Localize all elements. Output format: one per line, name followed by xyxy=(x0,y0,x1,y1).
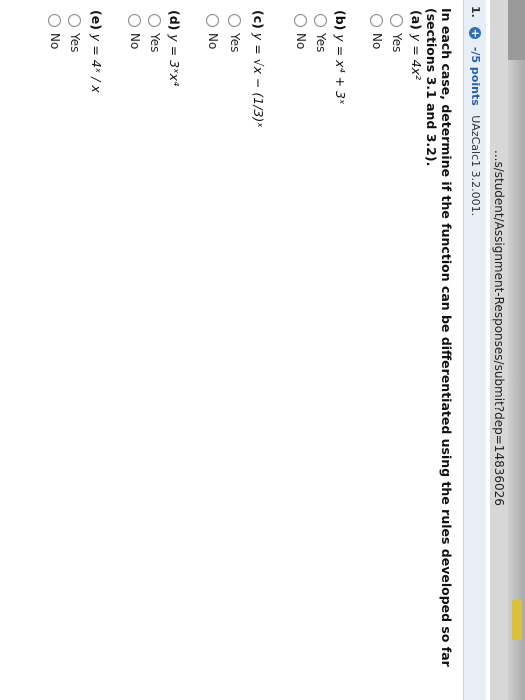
part-label: (d) xyxy=(167,10,182,31)
bezel-sticker xyxy=(512,600,522,640)
part-formula: y = 3ˣx⁴ xyxy=(167,34,182,87)
part-b: (b) y = x⁴ + 3ˣ xyxy=(333,10,348,105)
part-formula: y = 4ˣ / x xyxy=(89,33,104,93)
part-label: (c) xyxy=(251,10,266,29)
option-label: Yes xyxy=(390,33,404,53)
option-label: No xyxy=(128,33,142,50)
radio-button[interactable] xyxy=(370,14,384,27)
radio-button[interactable] xyxy=(228,14,242,27)
option-no[interactable]: No xyxy=(206,14,220,49)
option-label: Yes xyxy=(68,33,82,53)
part-formula: y = 4x² xyxy=(409,33,424,81)
option-label: No xyxy=(48,33,62,50)
radio-button[interactable] xyxy=(294,14,308,27)
browser-url-bar[interactable]: ...s/student/Assignment-Responses/submit… xyxy=(490,0,508,700)
radio-button[interactable] xyxy=(148,14,162,27)
radio-button[interactable] xyxy=(206,14,220,27)
option-yes[interactable]: Yes xyxy=(228,14,242,52)
option-label: No xyxy=(206,33,220,50)
option-no[interactable]: No xyxy=(370,14,384,49)
option-label: Yes xyxy=(228,33,242,53)
radio-button[interactable] xyxy=(128,14,142,27)
assignment-page: ...s/student/Assignment-Responses/submit… xyxy=(0,0,508,700)
option-label: No xyxy=(294,33,308,50)
bezel-corner xyxy=(508,0,525,60)
question-code: UAzCalc1 3.2.001. xyxy=(469,115,482,217)
monitor-screen: ...s/student/Assignment-Responses/submit… xyxy=(0,0,508,700)
part-e: (e) y = 4ˣ / x xyxy=(89,10,104,93)
option-no[interactable]: No xyxy=(48,14,62,49)
plus-icon[interactable]: + xyxy=(469,27,482,40)
question-number: 1. xyxy=(469,6,482,18)
part-a: (a) y = 4x² xyxy=(409,10,424,80)
option-yes[interactable]: Yes xyxy=(390,14,404,52)
radio-button[interactable] xyxy=(314,14,328,27)
option-label: Yes xyxy=(314,33,328,53)
url-text: ...s/student/Assignment-Responses/submit… xyxy=(492,150,506,506)
monitor-bezel xyxy=(508,0,525,700)
option-yes[interactable]: Yes xyxy=(148,14,162,52)
part-c: (c) y = √x − (1/3)ˣ xyxy=(251,10,266,128)
part-formula: y = √x − (1/3)ˣ xyxy=(251,32,266,128)
option-no[interactable]: No xyxy=(294,14,308,49)
points-label: -/5 points xyxy=(469,46,482,106)
option-yes[interactable]: Yes xyxy=(68,14,82,52)
instructions-text: In each case, determine if the function … xyxy=(424,8,454,667)
radio-button[interactable] xyxy=(48,14,62,27)
radio-button[interactable] xyxy=(390,14,404,27)
option-no[interactable]: No xyxy=(128,14,142,49)
part-label: (a) xyxy=(409,10,424,30)
part-d: (d) y = 3ˣx⁴ xyxy=(167,10,182,86)
part-formula: y = x⁴ + 3ˣ xyxy=(333,34,348,105)
option-label: No xyxy=(370,33,384,50)
option-label: Yes xyxy=(148,33,162,53)
radio-button[interactable] xyxy=(68,14,82,27)
part-label: (e) xyxy=(89,10,104,30)
part-label: (b) xyxy=(333,10,348,31)
question-header: 1. + -/5 points UAzCalc1 3.2.001. xyxy=(463,0,486,700)
option-yes[interactable]: Yes xyxy=(314,14,328,52)
